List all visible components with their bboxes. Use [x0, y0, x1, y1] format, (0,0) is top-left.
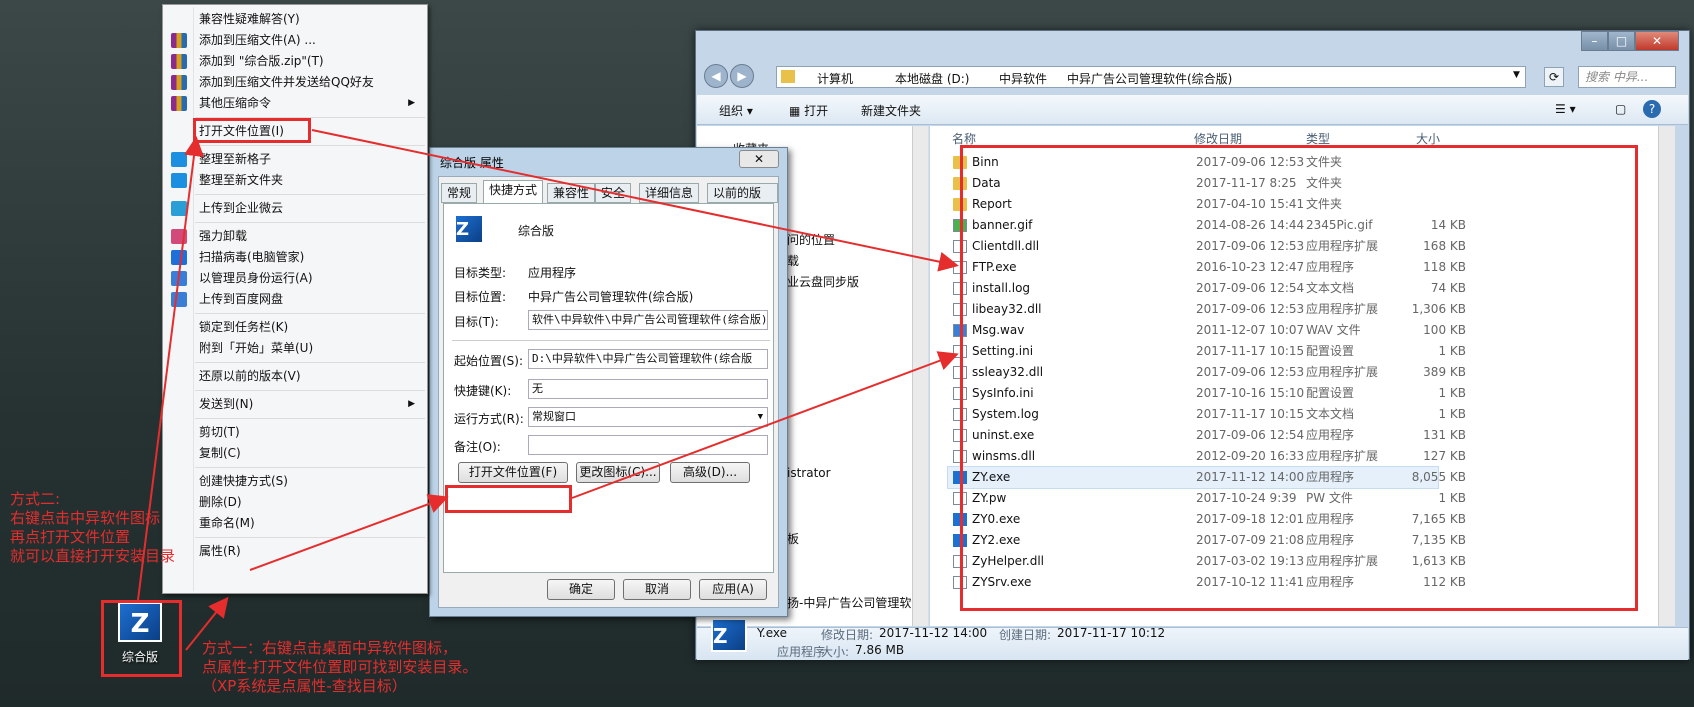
method-one-note: 方式一：右键点击桌面中异软件图标， 点属性-打开文件位置即可找到安装目录。 （X…: [202, 639, 478, 695]
method-two-note: 方式二: 右键点击中异软件图标 再点打开文件位置 就可以直接打开安装目录: [10, 490, 176, 565]
annotation-arrows: [137, 129, 959, 651]
